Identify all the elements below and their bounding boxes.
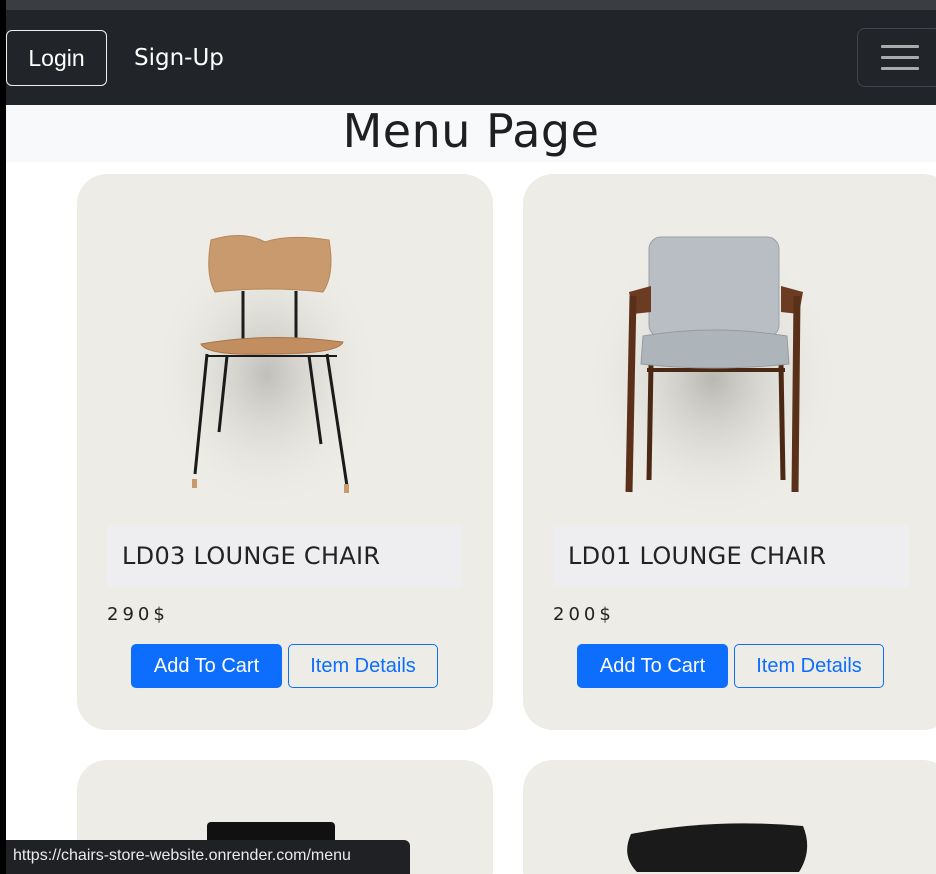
- add-to-cart-button[interactable]: Add To Cart: [131, 644, 282, 688]
- item-details-button[interactable]: Item Details: [288, 644, 438, 688]
- login-button[interactable]: Login: [6, 30, 107, 86]
- hamburger-icon: [880, 45, 919, 48]
- link-status-url: https://chairs-store-website.onrender.co…: [6, 840, 410, 874]
- page-title: Menu Page: [342, 104, 600, 158]
- product-name-box: LD03 LOUNGE CHAIR: [107, 525, 462, 587]
- product-card: [523, 760, 936, 874]
- add-to-cart-button[interactable]: Add To Cart: [577, 644, 728, 688]
- product-price: 290$: [107, 604, 169, 625]
- wood-chair-image: [152, 234, 382, 514]
- product-price: 200$: [553, 604, 615, 625]
- black-chair-image: [627, 823, 808, 872]
- product-name-box: LD01 LOUNGE CHAIR: [553, 525, 909, 587]
- product-name: LD01 LOUNGE CHAIR: [568, 542, 827, 570]
- product-card: LD01 LOUNGE CHAIR 200$ Add To Cart Item …: [523, 174, 936, 730]
- product-card: LD03 LOUNGE CHAIR 290$ Add To Cart Item …: [77, 174, 493, 730]
- signup-link[interactable]: Sign-Up: [134, 40, 224, 76]
- item-details-button[interactable]: Item Details: [734, 644, 884, 688]
- window-top-strip: [0, 0, 936, 10]
- navbar: Login Sign-Up: [6, 10, 936, 105]
- hamburger-icon: [880, 67, 919, 70]
- product-name: LD03 LOUNGE CHAIR: [122, 542, 381, 570]
- hamburger-icon: [880, 56, 919, 59]
- upholstered-armchair-image: [583, 234, 843, 524]
- menu-toggle-button[interactable]: [857, 28, 936, 87]
